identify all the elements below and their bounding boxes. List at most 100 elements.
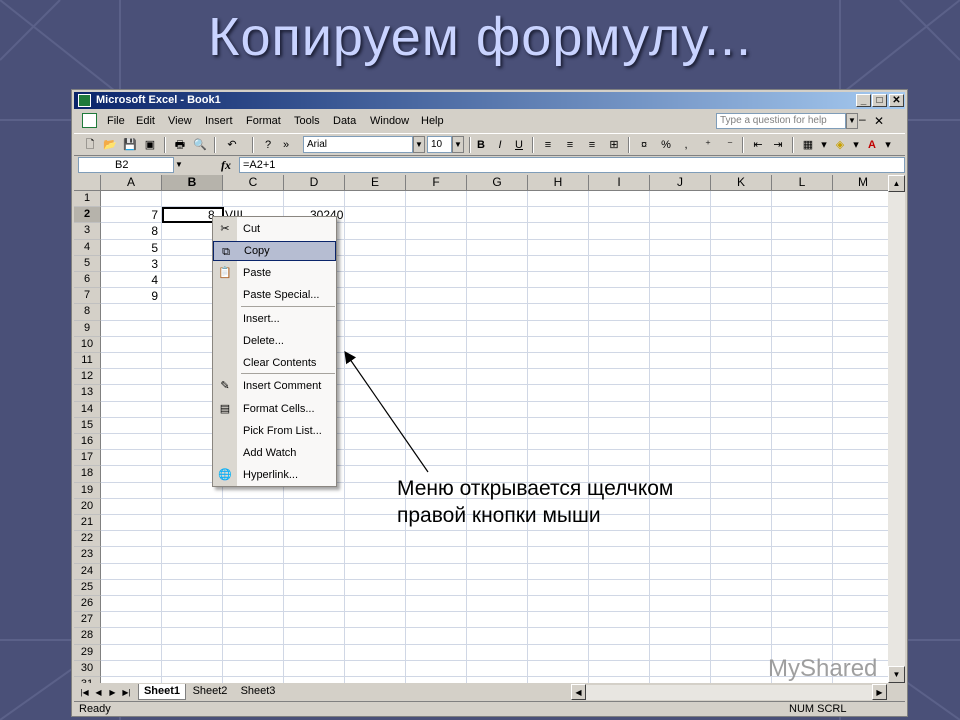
row-header-3[interactable]: 3 bbox=[74, 223, 101, 240]
column-header-b[interactable]: B bbox=[162, 175, 223, 191]
context-menu-item-copy[interactable]: ⧉ Copy bbox=[213, 241, 336, 261]
italic-button[interactable]: I bbox=[492, 137, 508, 153]
column-header-a[interactable]: A bbox=[101, 175, 162, 191]
scroll-right-icon[interactable]: ▶ bbox=[872, 684, 887, 700]
context-menu-item-hyperlink[interactable]: 🌐 Hyperlink... bbox=[213, 465, 336, 485]
cell-a5[interactable]: 3 bbox=[103, 256, 158, 272]
row-header-28[interactable]: 28 bbox=[74, 628, 101, 645]
tab-sheet3[interactable]: Sheet3 bbox=[236, 684, 280, 700]
name-box[interactable]: B2 bbox=[78, 157, 174, 173]
cell-a3[interactable]: 8 bbox=[103, 223, 158, 239]
decrease-decimal-icon[interactable]: ⁻ bbox=[722, 137, 738, 153]
row-header-10[interactable]: 10 bbox=[74, 336, 101, 353]
context-menu-item-add-watch[interactable]: Add Watch bbox=[213, 443, 336, 463]
vertical-scrollbar[interactable]: ▲ ▼ bbox=[888, 175, 905, 683]
row-header-24[interactable]: 24 bbox=[74, 563, 101, 580]
underline-button[interactable]: U bbox=[511, 137, 527, 153]
save-icon[interactable]: 💾 bbox=[122, 137, 138, 153]
font-color-icon[interactable]: A bbox=[864, 137, 880, 153]
maximize-button[interactable]: □ bbox=[872, 94, 887, 107]
column-header-c[interactable]: C bbox=[223, 175, 284, 191]
font-size-dropdown-icon[interactable]: ▼ bbox=[452, 136, 464, 153]
row-header-5[interactable]: 5 bbox=[74, 255, 101, 272]
align-left-icon[interactable]: ≡ bbox=[540, 137, 556, 153]
row-header-26[interactable]: 26 bbox=[74, 596, 101, 613]
borders-icon[interactable]: ▦ bbox=[800, 137, 816, 153]
align-right-icon[interactable]: ≡ bbox=[584, 137, 600, 153]
context-menu-item-paste-special[interactable]: Paste Special... bbox=[213, 285, 336, 305]
tab-sheet1[interactable]: Sheet1 bbox=[138, 684, 186, 700]
fill-color-dropdown-icon[interactable]: ▾ bbox=[848, 137, 864, 153]
row-header-12[interactable]: 12 bbox=[74, 369, 101, 386]
row-header-16[interactable]: 16 bbox=[74, 434, 101, 451]
open-icon[interactable]: 📂 bbox=[102, 137, 118, 153]
print-preview-icon[interactable]: 🔍 bbox=[192, 137, 208, 153]
row-header-23[interactable]: 23 bbox=[74, 547, 101, 564]
scroll-left-icon[interactable]: ◀ bbox=[571, 684, 586, 700]
currency-icon[interactable]: ¤ bbox=[636, 137, 652, 153]
context-menu-item-pick-from-list[interactable]: Pick From List... bbox=[213, 421, 336, 441]
row-header-31[interactable]: 31 bbox=[74, 677, 101, 683]
column-header-d[interactable]: D bbox=[284, 175, 345, 191]
row-header-21[interactable]: 21 bbox=[74, 515, 101, 532]
column-header-h[interactable]: H bbox=[528, 175, 589, 191]
menu-view[interactable]: View bbox=[168, 115, 192, 127]
horizontal-scrollbar[interactable]: ◀ ▶ bbox=[571, 684, 887, 700]
worksheet-grid[interactable]: A B C D E F G H I J K L M 1 2 3 4 5 6 7 8 9 10 11 12 13 14 15 16 17 18… bbox=[74, 175, 888, 683]
permission-icon[interactable]: ▣ bbox=[142, 137, 158, 153]
last-sheet-icon[interactable]: ▶| bbox=[120, 686, 133, 699]
new-icon[interactable]: 🗋 bbox=[82, 137, 98, 153]
help-dropdown-icon[interactable]: ▼ bbox=[846, 113, 858, 129]
help-search-input[interactable]: Type a question for help bbox=[716, 113, 846, 129]
scroll-up-icon[interactable]: ▲ bbox=[888, 175, 905, 192]
row-header-4[interactable]: 4 bbox=[74, 239, 101, 256]
next-sheet-icon[interactable]: ▶ bbox=[106, 686, 119, 699]
row-header-8[interactable]: 8 bbox=[74, 304, 101, 321]
menu-edit[interactable]: Edit bbox=[136, 115, 155, 127]
window-titlebar[interactable]: Microsoft Excel - Book1 _ □ ✕ bbox=[74, 92, 905, 109]
borders-dropdown-icon[interactable]: ▾ bbox=[816, 137, 832, 153]
menu-data[interactable]: Data bbox=[333, 115, 356, 127]
toolbar-options-icon[interactable]: » bbox=[278, 137, 294, 153]
help-icon[interactable]: ? bbox=[260, 137, 276, 153]
column-header-e[interactable]: E bbox=[345, 175, 406, 191]
cell-a4[interactable]: 5 bbox=[103, 240, 158, 256]
row-header-6[interactable]: 6 bbox=[74, 272, 101, 289]
row-header-13[interactable]: 13 bbox=[74, 385, 101, 402]
row-header-22[interactable]: 22 bbox=[74, 531, 101, 548]
select-all-corner[interactable] bbox=[74, 175, 101, 191]
context-menu-item-insert[interactable]: Insert... bbox=[213, 309, 336, 329]
row-header-9[interactable]: 9 bbox=[74, 320, 101, 337]
row-header-7[interactable]: 7 bbox=[74, 288, 101, 305]
column-header-j[interactable]: J bbox=[650, 175, 711, 191]
row-header-20[interactable]: 20 bbox=[74, 498, 101, 515]
row-header-19[interactable]: 19 bbox=[74, 482, 101, 499]
row-header-15[interactable]: 15 bbox=[74, 417, 101, 434]
scroll-down-icon[interactable]: ▼ bbox=[888, 666, 905, 683]
context-menu-item-format-cells[interactable]: ▤ Format Cells... bbox=[213, 399, 336, 419]
menu-tools[interactable]: Tools bbox=[294, 115, 320, 127]
column-header-f[interactable]: F bbox=[406, 175, 467, 191]
minimize-button[interactable]: _ bbox=[856, 94, 871, 107]
comma-button[interactable]: , bbox=[678, 137, 694, 153]
row-header-27[interactable]: 27 bbox=[74, 612, 101, 629]
cell-a7[interactable]: 9 bbox=[103, 288, 158, 304]
insert-function-icon[interactable]: fx bbox=[221, 158, 231, 173]
prev-sheet-icon[interactable]: ◀ bbox=[92, 686, 105, 699]
row-header-18[interactable]: 18 bbox=[74, 466, 101, 483]
row-header-30[interactable]: 30 bbox=[74, 660, 101, 677]
menu-file[interactable]: File bbox=[107, 115, 125, 127]
row-header-2[interactable]: 2 bbox=[74, 207, 101, 224]
font-color-dropdown-icon[interactable]: ▾ bbox=[880, 137, 896, 153]
context-menu-item-paste[interactable]: 📋 Paste bbox=[213, 263, 336, 283]
name-box-dropdown-icon[interactable]: ▼ bbox=[174, 157, 184, 173]
merge-center-icon[interactable]: ⊞ bbox=[606, 137, 622, 153]
fill-color-icon[interactable]: ◈ bbox=[832, 137, 848, 153]
row-header-17[interactable]: 17 bbox=[74, 450, 101, 467]
column-header-g[interactable]: G bbox=[467, 175, 528, 191]
context-menu-item-delete[interactable]: Delete... bbox=[213, 331, 336, 351]
font-name-dropdown-icon[interactable]: ▼ bbox=[413, 136, 425, 153]
row-header-25[interactable]: 25 bbox=[74, 579, 101, 596]
bold-button[interactable]: B bbox=[473, 137, 489, 153]
cell-a6[interactable]: 4 bbox=[103, 272, 158, 288]
